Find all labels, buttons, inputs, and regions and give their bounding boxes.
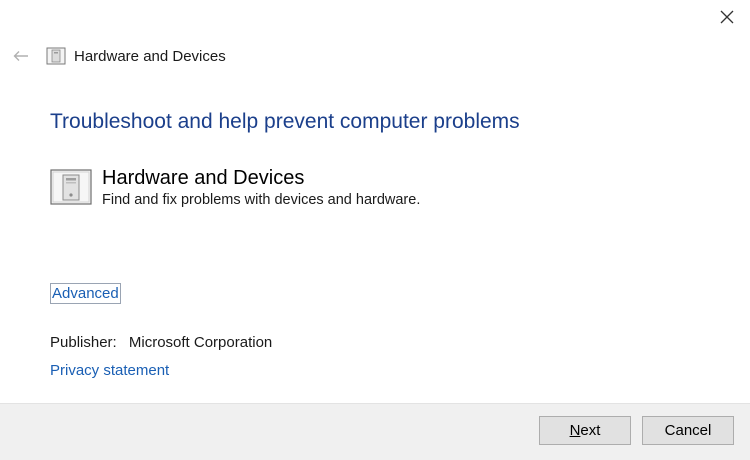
footer-bar: Next Cancel: [0, 403, 750, 460]
window-title: Hardware and Devices: [74, 47, 226, 65]
hardware-devices-icon: [50, 169, 92, 205]
advanced-link[interactable]: Advanced: [50, 283, 121, 304]
troubleshooter-text: Hardware and Devices Find and fix proble…: [102, 166, 420, 208]
close-button[interactable]: [712, 4, 742, 30]
back-arrow-icon: [13, 51, 28, 61]
troubleshooter-window: Hardware and Devices Troubleshoot and he…: [0, 0, 750, 460]
next-button[interactable]: Next: [539, 416, 631, 445]
back-button[interactable]: [10, 45, 32, 67]
privacy-statement-link[interactable]: Privacy statement: [50, 362, 169, 379]
title-bar: Hardware and Devices: [10, 44, 226, 68]
cancel-button[interactable]: Cancel: [642, 416, 734, 445]
publisher-label: Publisher:: [50, 334, 117, 351]
next-label: ext: [580, 422, 601, 439]
publisher-value: Microsoft Corporation: [128, 334, 273, 351]
next-accelerator: N: [569, 422, 581, 439]
troubleshooter-description: Find and fix problems with devices and h…: [102, 192, 421, 208]
close-icon: [720, 10, 734, 24]
publisher-info: Publisher: Microsoft Corporation: [50, 334, 272, 351]
page-heading: Troubleshoot and help prevent computer p…: [50, 110, 520, 133]
troubleshooter-title: Hardware and Devices: [102, 167, 305, 189]
troubleshooter-item: Hardware and Devices Find and fix proble…: [50, 166, 420, 208]
hardware-devices-icon: [46, 47, 66, 65]
